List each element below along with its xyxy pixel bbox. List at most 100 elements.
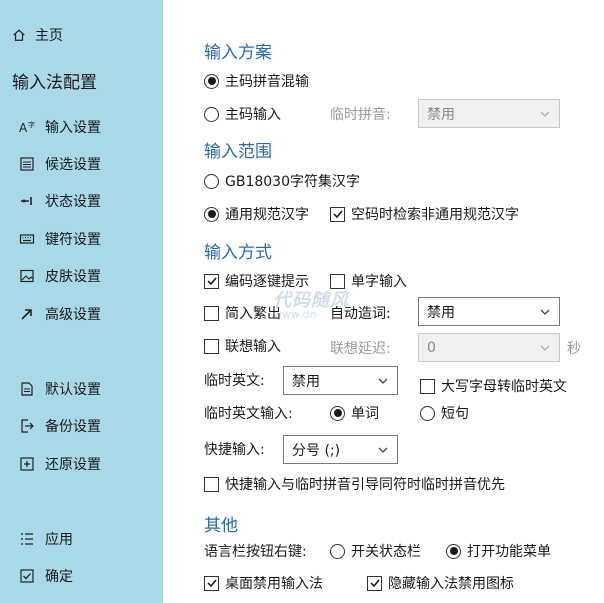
checkbox-indicator[interactable] [367, 575, 382, 591]
chevron-down-icon [377, 375, 389, 387]
sidebar-item-advanced-settings[interactable]: 高级设置 [18, 303, 101, 325]
checkbox-hide-disabled-icon[interactable]: 隐藏输入法禁用图标 [367, 572, 514, 594]
assoc-delay-select[interactable]: 0 [418, 333, 560, 362]
assoc-delay-label: 联想延迟: [330, 341, 391, 357]
radio-main-code-input[interactable]: 主码输入 [204, 103, 281, 125]
radio-gb18030[interactable]: GB18030字符集汉字 [204, 170, 360, 192]
radio-indicator[interactable] [330, 405, 345, 421]
chevron-down-icon [539, 108, 551, 120]
sidebar-item-status-settings[interactable]: 状态设置 [18, 190, 101, 212]
keyboard-icon [18, 230, 36, 248]
checkbox-label: 大写字母转临时英文 [441, 379, 567, 395]
radio-indicator[interactable] [204, 73, 219, 89]
section-title-range: 输入范围 [204, 142, 272, 162]
radio-label: GB18030字符集汉字 [225, 174, 360, 190]
sidebar-item-label: 备份设置 [45, 419, 101, 435]
temp-pinyin-select[interactable]: 禁用 [418, 99, 560, 128]
langbar-label: 语言栏按钮右键: [204, 544, 307, 560]
temp-en-input-label: 临时英文输入: [204, 406, 293, 422]
radio-indicator[interactable] [204, 173, 219, 189]
radio-label: 开关状态栏 [351, 544, 421, 560]
sidebar-title: 输入法配置 [12, 73, 97, 93]
sidebar-item-label: 状态设置 [45, 194, 101, 210]
select-value: 禁用 [292, 373, 320, 390]
section-title-method: 输入方式 [204, 243, 272, 263]
radio-toggle-statusbar[interactable]: 开关状态栏 [330, 540, 421, 562]
checkbox-indicator[interactable] [204, 476, 219, 492]
svg-text:字: 字 [28, 120, 35, 129]
checkbox-desktop-disable[interactable]: 桌面禁用输入法 [204, 572, 323, 594]
home-link[interactable]: 主页 [12, 24, 63, 46]
checkbox-indicator[interactable] [420, 378, 435, 394]
radio-standard-chars[interactable]: 通用规范汉字 [204, 203, 309, 225]
radio-temp-en-sentence[interactable]: 短句 [420, 402, 469, 424]
auto-word-select[interactable]: 禁用 [418, 297, 560, 326]
radio-indicator[interactable] [420, 405, 435, 421]
checkbox-caps-to-en[interactable]: 大写字母转临时英文 [420, 375, 567, 397]
sidebar-item-label: 高级设置 [45, 307, 101, 323]
assoc-delay-unit: 秒 [567, 341, 581, 357]
checkbox-simp-trad[interactable]: 简入繁出 [204, 302, 281, 324]
confirm-button[interactable]: 确定 [18, 565, 73, 587]
radio-open-function-menu[interactable]: 打开功能菜单 [446, 540, 551, 562]
svg-text:A: A [19, 121, 28, 135]
apply-icon [18, 530, 36, 548]
import-icon [18, 455, 36, 473]
font-input-icon: A字 [18, 118, 36, 136]
checkbox-label: 单字输入 [351, 274, 407, 290]
radio-indicator[interactable] [446, 543, 461, 559]
select-value: 禁用 [427, 304, 455, 321]
home-label: 主页 [35, 28, 63, 44]
chevron-down-icon [377, 444, 389, 456]
checkbox-indicator[interactable] [204, 575, 219, 591]
checkbox-label: 桌面禁用输入法 [225, 576, 323, 592]
checkbox-indicator[interactable] [204, 338, 219, 354]
checkbox-indicator[interactable] [204, 273, 219, 289]
sidebar-item-candidate-settings[interactable]: 候选设置 [18, 153, 101, 175]
radio-indicator[interactable] [330, 543, 345, 559]
radio-label: 打开功能菜单 [467, 544, 551, 560]
checkbox-indicator[interactable] [330, 206, 345, 222]
image-icon [18, 267, 36, 285]
apply-button[interactable]: 应用 [18, 528, 73, 550]
section-title-scheme: 输入方案 [204, 43, 272, 63]
sidebar-item-input-settings[interactable]: A字 输入设置 [18, 116, 101, 138]
sidebar-item-label: 键符设置 [45, 232, 101, 248]
checkbox-empty-code-search[interactable]: 空码时检索非通用规范汉字 [330, 203, 519, 225]
chevron-down-icon [539, 306, 551, 318]
doc-icon [18, 380, 36, 398]
sidebar-item-backup-settings[interactable]: 备份设置 [18, 415, 101, 437]
checkbox-label: 隐藏输入法禁用图标 [388, 576, 514, 592]
sidebar-item-restore-settings[interactable]: 还原设置 [18, 453, 101, 475]
sidebar-item-skin-settings[interactable]: 皮肤设置 [18, 265, 101, 287]
radio-indicator[interactable] [204, 106, 219, 122]
checkbox-indicator[interactable] [204, 305, 219, 321]
arrow-icon [18, 305, 36, 323]
radio-indicator[interactable] [204, 206, 219, 222]
apply-label: 应用 [45, 532, 73, 548]
status-icon [18, 192, 36, 210]
temp-en-select[interactable]: 禁用 [283, 366, 398, 395]
checkbox-label: 联想输入 [225, 339, 281, 355]
checkbox-association[interactable]: 联想输入 [204, 335, 281, 357]
select-value: 分号 (;) [292, 442, 341, 459]
sidebar-item-default-settings[interactable]: 默认设置 [18, 378, 101, 400]
checkbox-quick-priority[interactable]: 快捷输入与临时拼音引导同符时临时拼音优先 [204, 473, 505, 495]
confirm-label: 确定 [45, 569, 73, 585]
select-value: 0 [427, 339, 436, 356]
radio-label: 短句 [441, 406, 469, 422]
temp-pinyin-label: 临时拼音: [330, 107, 391, 123]
select-value: 禁用 [427, 106, 455, 123]
quick-input-label: 快捷输入: [204, 442, 265, 458]
radio-label: 单词 [351, 406, 379, 422]
sidebar-item-label: 候选设置 [45, 157, 101, 173]
radio-mixed-input[interactable]: 主码拼音混输 [204, 70, 309, 92]
checkbox-label: 快捷输入与临时拼音引导同符时临时拼音优先 [225, 477, 505, 493]
list-icon [18, 155, 36, 173]
radio-label: 通用规范汉字 [225, 207, 309, 223]
radio-temp-en-word[interactable]: 单词 [330, 402, 379, 424]
temp-en-label: 临时英文: [204, 373, 265, 389]
sidebar-item-key-settings[interactable]: 键符设置 [18, 228, 101, 250]
export-icon [18, 417, 36, 435]
quick-input-select[interactable]: 分号 (;) [283, 435, 398, 464]
